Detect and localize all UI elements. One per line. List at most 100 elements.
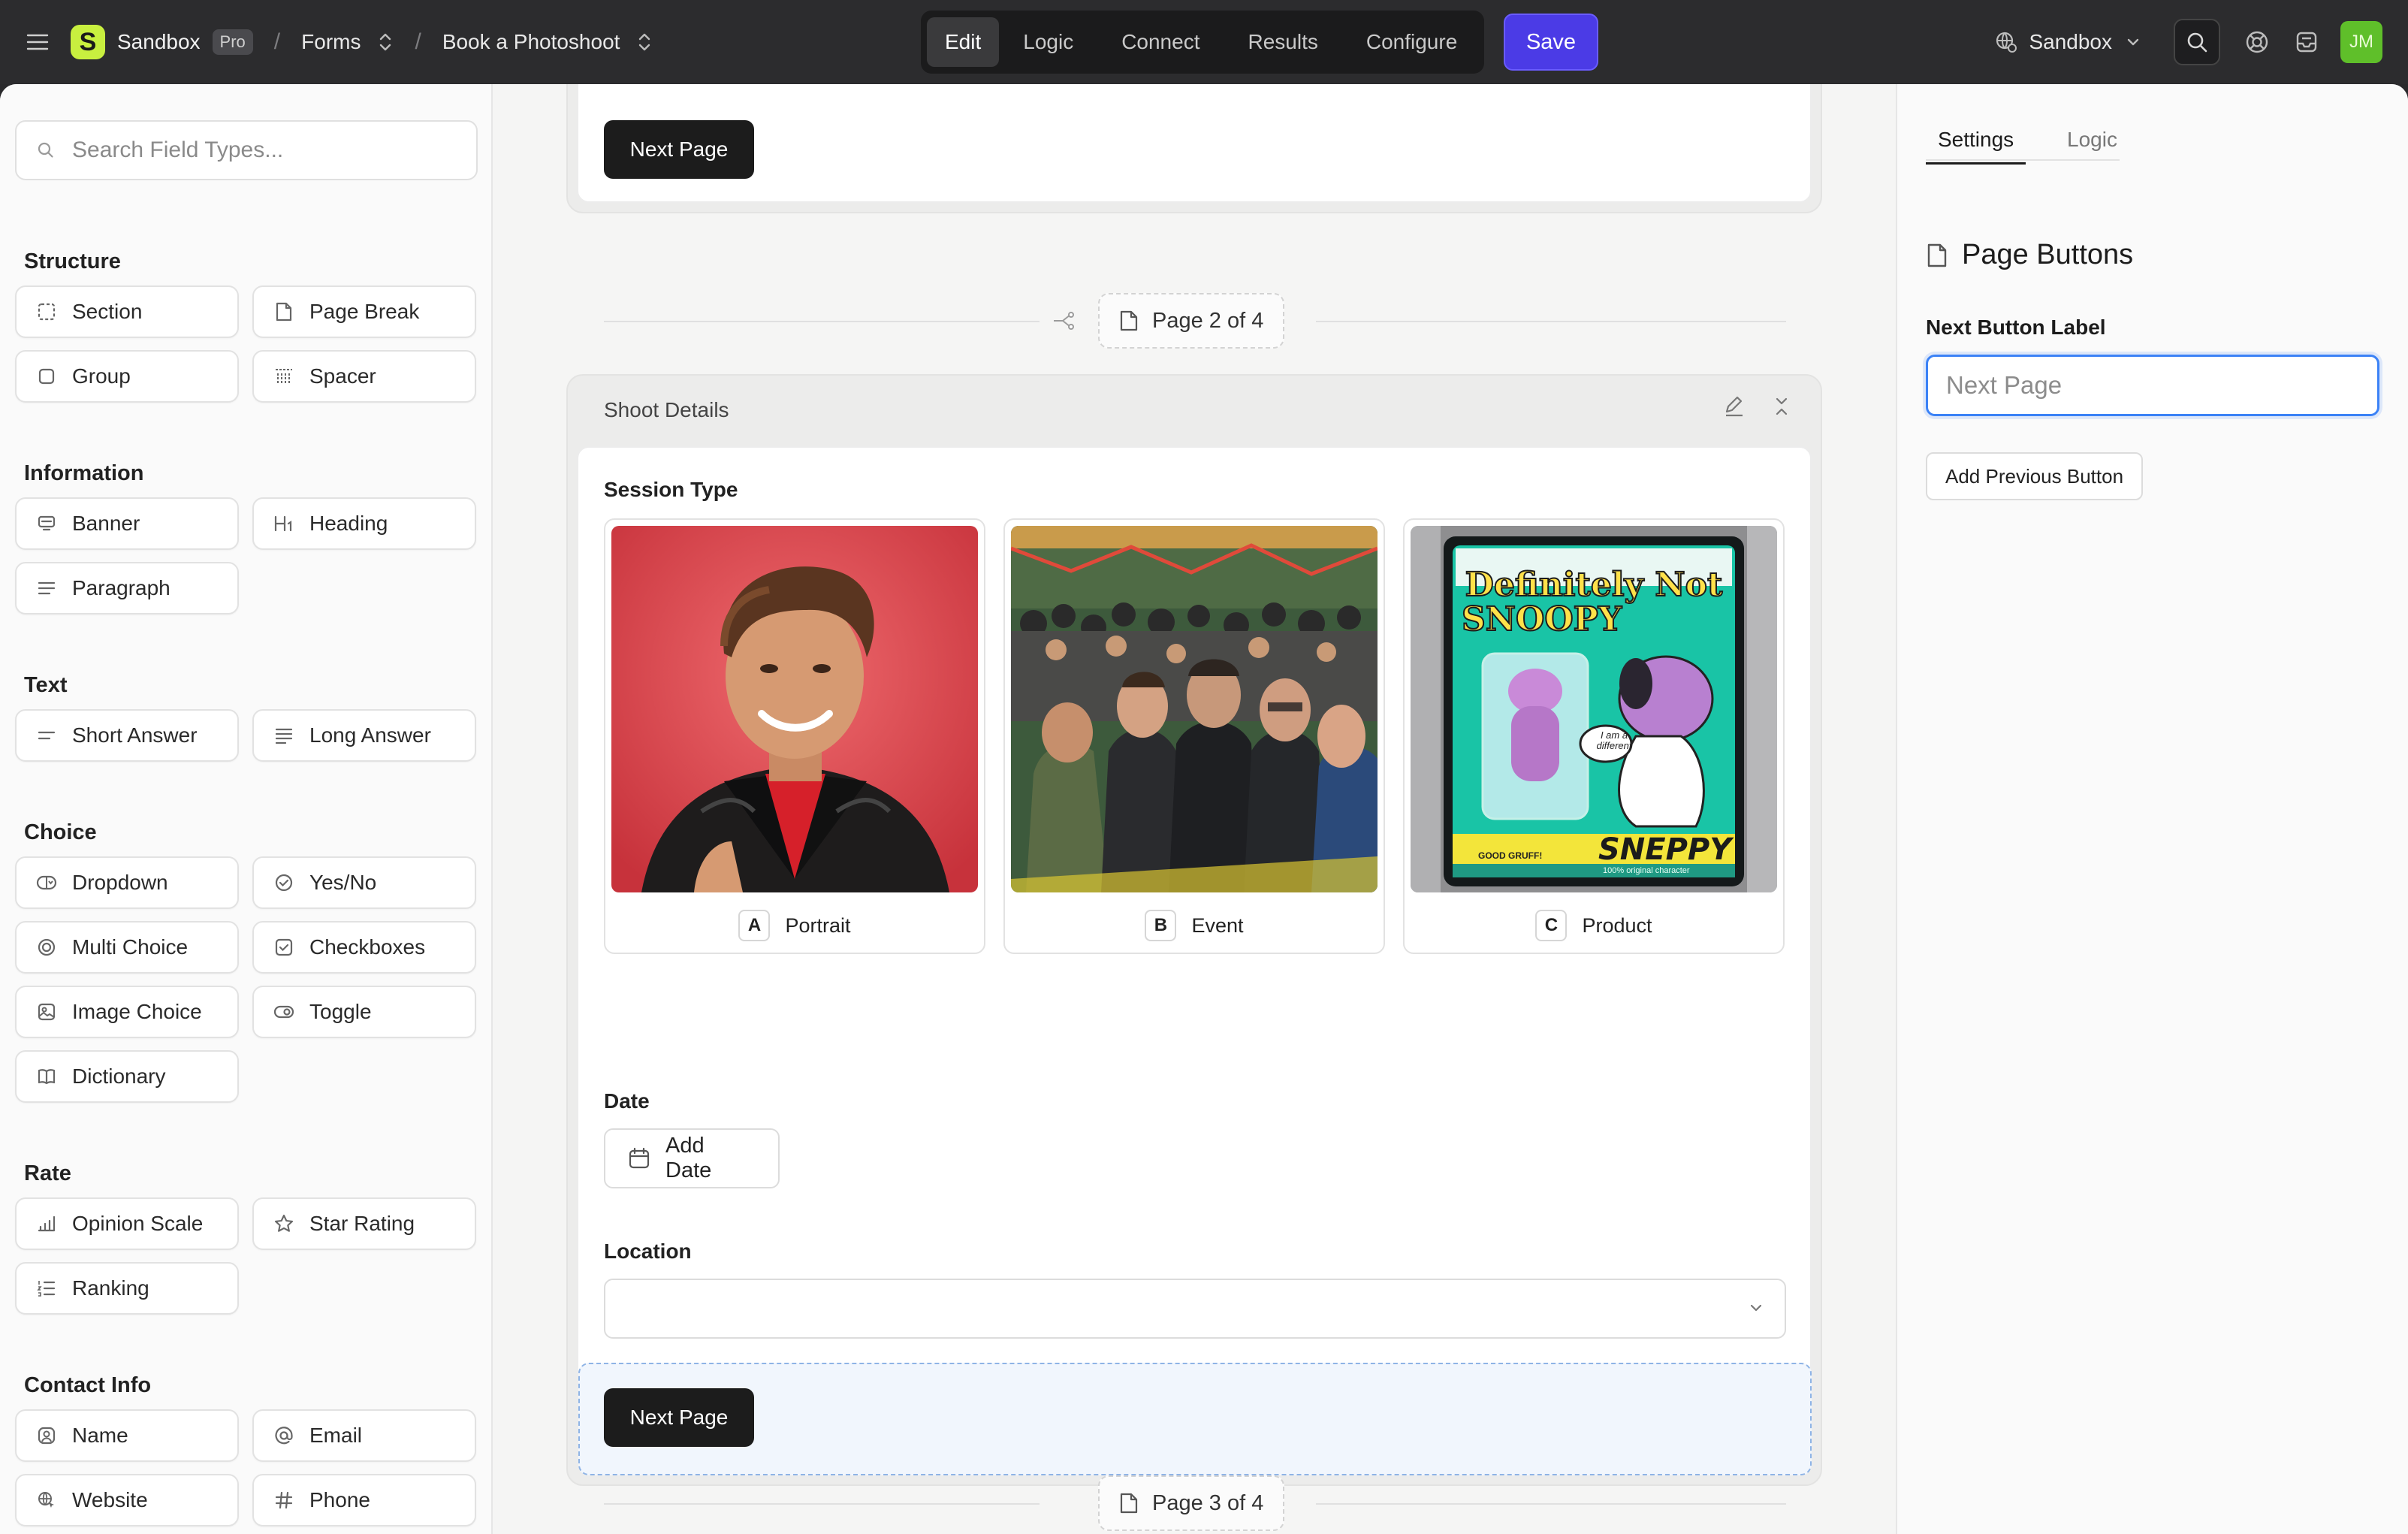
next-page-button[interactable]: Next Page [604, 120, 754, 179]
breadcrumb-forms[interactable]: Forms [301, 30, 394, 54]
page-3-indicator[interactable]: Page 3 of 4 [1098, 1475, 1285, 1531]
field-type-label: Checkboxes [309, 935, 426, 959]
choice-event[interactable]: B Event [1003, 518, 1385, 954]
field-type-toggle[interactable]: Toggle [252, 986, 476, 1038]
field-type-multi-choice[interactable]: Multi Choice [15, 921, 239, 974]
event-image [1011, 526, 1378, 892]
product-image: Definitely Not SNOOPY I am a different S… [1411, 526, 1777, 892]
tab-connect[interactable]: Connect [1097, 17, 1224, 67]
chevron-up-down-icon[interactable] [377, 31, 394, 53]
field-type-label: Dropdown [72, 871, 168, 894]
search-icon [2187, 32, 2207, 53]
add-date-button[interactable]: Add Date [604, 1128, 780, 1188]
chevron-down-icon [1749, 1303, 1764, 1313]
tab-configure[interactable]: Configure [1342, 17, 1481, 67]
field-type-label: Star Rating [309, 1212, 415, 1235]
workspace-switcher[interactable]: Sandbox [1994, 30, 2141, 54]
field-type-label: Email [309, 1424, 363, 1447]
group-title-information: Information [24, 461, 144, 485]
field-type-label: Yes/No [309, 871, 377, 894]
field-type-name[interactable]: Name [15, 1409, 239, 1462]
search-button[interactable] [2174, 19, 2220, 65]
field-type-website[interactable]: Website [15, 1474, 239, 1526]
page-buttons-zone[interactable] [578, 1363, 1812, 1475]
field-type-label: Multi Choice [72, 935, 189, 959]
field-type-dictionary[interactable]: Dictionary [15, 1050, 239, 1103]
panel-tab-settings[interactable]: Settings [1926, 128, 2026, 165]
choice-footer: C Product [1405, 895, 1783, 956]
chevron-up-down-icon[interactable] [636, 31, 653, 53]
field-type-image-choice[interactable]: Image Choice [15, 986, 239, 1038]
ranking-icon [36, 1278, 57, 1299]
tab-logic[interactable]: Logic [999, 17, 1097, 67]
page-1-body [577, 84, 1812, 203]
field-type-phone[interactable]: Phone [252, 1474, 476, 1526]
group-title-contact: Contact Info [24, 1373, 152, 1397]
field-type-star-rating[interactable]: Star Rating [252, 1197, 476, 1250]
field-types-sidebar: Structure Section Page Break Group Space… [0, 84, 493, 1534]
globe-icon [36, 1490, 57, 1511]
search-field-types[interactable] [15, 120, 478, 180]
mode-tabs: Edit Logic Connect Results Configure [921, 11, 1484, 74]
settings-panel: Settings Logic Page Buttons Next Button … [1896, 84, 2408, 1534]
choice-product[interactable]: Definitely Not SNOOPY I am a different S… [1403, 518, 1785, 954]
search-input[interactable] [72, 137, 448, 163]
field-type-page-break[interactable]: Page Break [252, 285, 476, 338]
help-icon[interactable] [2234, 19, 2280, 65]
breadcrumb-form[interactable]: Book a Photoshoot [442, 30, 653, 54]
app-shell: Structure Section Page Break Group Space… [0, 84, 2408, 1534]
field-type-email[interactable]: Email [252, 1409, 476, 1462]
chevron-down-icon [2126, 37, 2141, 47]
product-art-tag: 100% original character [1603, 866, 1690, 875]
field-type-yes-no[interactable]: Yes/No [252, 856, 476, 909]
page-3-label: Page 3 of 4 [1152, 1490, 1264, 1515]
field-type-ranking[interactable]: Ranking [15, 1262, 239, 1315]
field-type-short-answer[interactable]: Short Answer [15, 709, 239, 762]
app-logo[interactable]: S [71, 25, 105, 59]
next-page-button[interactable]: Next Page [604, 1388, 754, 1447]
field-type-label: Ranking [72, 1276, 149, 1300]
group-title-rate: Rate [24, 1161, 71, 1185]
field-type-opinion-scale[interactable]: Opinion Scale [15, 1197, 239, 1250]
choice-label: Portrait [785, 913, 851, 937]
panel-tab-logic[interactable]: Logic [2055, 128, 2129, 162]
field-type-label: Page Break [309, 300, 420, 323]
edit-icon[interactable] [1723, 395, 1746, 418]
field-type-label: Group [72, 364, 131, 388]
save-button[interactable]: Save [1504, 14, 1598, 71]
add-date-label: Add Date [665, 1134, 712, 1182]
menu-icon[interactable] [23, 27, 53, 57]
field-type-group[interactable]: Group [15, 350, 239, 403]
page-divider-line [1316, 1503, 1786, 1505]
add-previous-button[interactable]: Add Previous Button [1926, 452, 2144, 500]
checkbox-icon [273, 937, 294, 958]
field-type-section[interactable]: Section [15, 285, 239, 338]
page-2-indicator[interactable]: Page 2 of 4 [1098, 293, 1285, 349]
breadcrumb-separator: / [415, 29, 421, 54]
field-type-banner[interactable]: Banner [15, 497, 239, 550]
page-divider-line [1316, 321, 1786, 322]
field-type-label: Section [72, 300, 143, 323]
inbox-icon[interactable] [2283, 19, 2330, 65]
field-type-heading[interactable]: Heading [252, 497, 476, 550]
choice-portrait[interactable]: A Portrait [604, 518, 985, 954]
collapse-icon[interactable] [1771, 395, 1792, 418]
star-icon [273, 1213, 294, 1234]
workspace-name[interactable]: Sandbox [117, 30, 201, 54]
next-button-label-input[interactable] [1928, 357, 2377, 414]
field-type-dropdown[interactable]: Dropdown [15, 856, 239, 909]
field-type-label: Opinion Scale [72, 1212, 204, 1235]
field-type-long-answer[interactable]: Long Answer [252, 709, 476, 762]
next-button-label-field[interactable] [1926, 355, 2379, 416]
field-type-spacer[interactable]: Spacer [252, 350, 476, 403]
session-type-label: Session Type [604, 478, 738, 501]
at-icon [273, 1425, 294, 1446]
tab-edit[interactable]: Edit [927, 17, 1000, 67]
field-type-checkboxes[interactable]: Checkboxes [252, 921, 476, 974]
dashed-square-icon [36, 301, 57, 322]
field-type-paragraph[interactable]: Paragraph [15, 562, 239, 615]
tab-results[interactable]: Results [1224, 17, 1341, 67]
avatar[interactable]: JM [2340, 21, 2382, 63]
location-select[interactable] [604, 1279, 1786, 1339]
branch-icon[interactable] [1052, 310, 1076, 332]
